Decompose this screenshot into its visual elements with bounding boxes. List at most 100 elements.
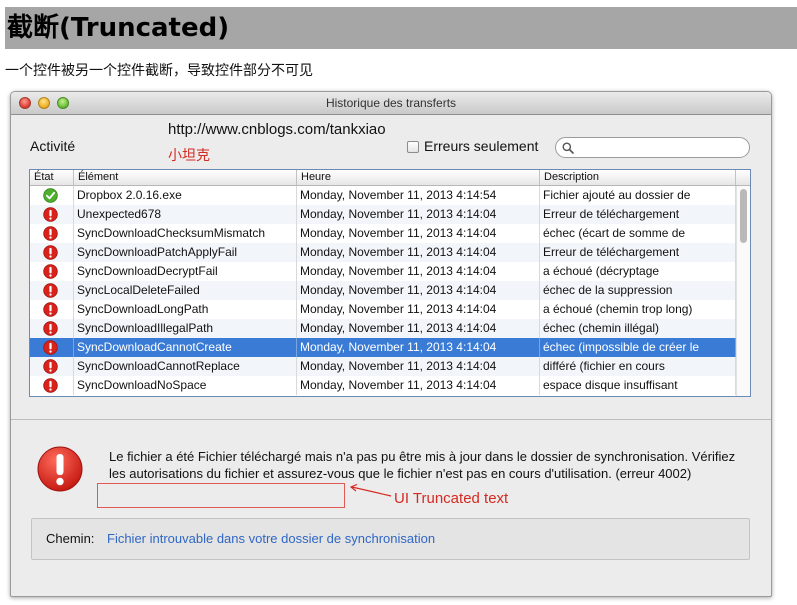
element-cell: SyncDownloadIllegalPath: [74, 319, 297, 338]
activity-label: Activité: [30, 138, 76, 154]
status-cell: [30, 186, 74, 205]
table-body: Dropbox 2.0.16.exe Monday, November 11, 2…: [30, 186, 736, 395]
time-cell: Monday, November 11, 2013 4:14:04: [297, 300, 540, 319]
arrow-left-icon: [349, 484, 392, 497]
window-title: Historique des transferts: [325, 96, 457, 110]
truncation-annotation: UI Truncated text: [394, 490, 509, 507]
status-cell: [30, 224, 74, 243]
page-title: 截断(Truncated): [5, 7, 797, 49]
description-cell: échec (chemin illégal): [540, 319, 736, 338]
time-cell: Monday, November 11, 2013 4:14:04: [297, 262, 540, 281]
description-cell: échec (écart de somme de: [540, 224, 736, 243]
element-cell: SyncDownloadChecksumMismatch: [74, 224, 297, 243]
time-cell: Monday, November 11, 2013 4:14:04: [297, 357, 540, 376]
time-cell: Monday, November 11, 2013 4:14:04: [297, 338, 540, 357]
search-icon: [562, 142, 574, 154]
element-cell: SyncDownloadCannotCreate: [74, 338, 297, 357]
panel-divider: [11, 419, 771, 420]
search-input[interactable]: [578, 139, 743, 156]
zoom-window-button[interactable]: [57, 97, 69, 109]
path-panel: Chemin: Fichier introuvable dans votre d…: [31, 518, 750, 560]
description-cell: Fichier ajouté au dossier de: [540, 186, 736, 205]
table-row[interactable]: SyncDownloadDecryptFail Monday, November …: [30, 262, 736, 281]
element-cell: SyncDownloadDecryptFail: [74, 262, 297, 281]
element-cell: SyncDownloadPatchApplyFail: [74, 243, 297, 262]
exclamation-circle-icon: [43, 226, 58, 241]
element-cell: Unexpected678: [74, 205, 297, 224]
description-cell: a échoué (décryptage: [540, 262, 736, 281]
exclamation-circle-icon: [37, 446, 83, 492]
column-header-heure[interactable]: Heure: [297, 170, 540, 185]
exclamation-circle-icon: [43, 264, 58, 279]
table-row[interactable]: SyncDownloadNoSpace Monday, November 11, …: [30, 376, 736, 395]
table-row[interactable]: Dropbox 2.0.16.exe Monday, November 11, 2…: [30, 186, 736, 205]
status-cell: [30, 262, 74, 281]
time-cell: Monday, November 11, 2013 4:14:04: [297, 376, 540, 395]
time-cell: Monday, November 11, 2013 4:14:54: [297, 186, 540, 205]
table-row[interactable]: SyncDownloadChecksumMismatch Monday, Nove…: [30, 224, 736, 243]
vertical-scrollbar[interactable]: [736, 186, 750, 396]
path-label: Chemin:: [46, 531, 95, 546]
column-header-description[interactable]: Description: [540, 170, 736, 185]
exclamation-circle-icon: [43, 207, 58, 222]
description-cell: Erreur de téléchargement: [540, 205, 736, 224]
errors-only-checkbox[interactable]: [407, 141, 419, 153]
truncation-highlight: [97, 483, 345, 508]
search-field[interactable]: [555, 137, 750, 158]
element-cell: SyncDownloadLongPath: [74, 300, 297, 319]
table-row[interactable]: SyncDownloadCannotCreate Monday, November…: [30, 338, 736, 357]
description-cell: échec (impossible de créer le: [540, 338, 736, 357]
column-header-element[interactable]: Élément: [74, 170, 297, 185]
transfer-history-window: Historique des transferts Activité http:…: [10, 91, 772, 597]
time-cell: Monday, November 11, 2013 4:14:04: [297, 281, 540, 300]
status-cell: [30, 376, 74, 395]
author-annotation: 小坦克: [168, 148, 210, 164]
transfer-table: État Élément Heure Description Dropbox 2…: [29, 169, 751, 397]
errors-only-label[interactable]: Erreurs seulement: [424, 138, 538, 154]
status-cell: [30, 357, 74, 376]
table-row[interactable]: SyncDownloadIllegalPath Monday, November …: [30, 319, 736, 338]
status-cell: [30, 243, 74, 262]
table-row[interactable]: SyncDownloadCannotReplace Monday, Novembe…: [30, 357, 736, 376]
exclamation-circle-icon: [43, 359, 58, 374]
status-cell: [30, 281, 74, 300]
path-link[interactable]: Fichier introuvable dans votre dossier d…: [107, 531, 435, 546]
check-circle-icon: [43, 188, 58, 203]
exclamation-circle-icon: [43, 283, 58, 298]
scrollbar-thumb[interactable]: [740, 189, 747, 243]
exclamation-circle-icon: [43, 378, 58, 393]
table-row[interactable]: SyncLocalDeleteFailed Monday, November 11…: [30, 281, 736, 300]
element-cell: SyncDownloadCannotReplace: [74, 357, 297, 376]
url-annotation: http://www.cnblogs.com/tankxiao: [168, 121, 386, 138]
element-cell: SyncDownloadNoSpace: [74, 376, 297, 395]
minimize-window-button[interactable]: [38, 97, 50, 109]
exclamation-circle-icon: [43, 340, 58, 355]
status-cell: [30, 300, 74, 319]
time-cell: Monday, November 11, 2013 4:14:04: [297, 205, 540, 224]
table-header: État Élément Heure Description: [30, 170, 750, 186]
time-cell: Monday, November 11, 2013 4:14:04: [297, 224, 540, 243]
status-cell: [30, 205, 74, 224]
table-row[interactable]: Unexpected678 Monday, November 11, 2013 4…: [30, 205, 736, 224]
description-cell: espace disque insuffisant: [540, 376, 736, 395]
description-cell: différé (fichier en cours: [540, 357, 736, 376]
element-cell: SyncLocalDeleteFailed: [74, 281, 297, 300]
description-cell: Erreur de téléchargement: [540, 243, 736, 262]
window-titlebar[interactable]: Historique des transferts: [11, 92, 771, 115]
error-detail-text: Le fichier a été Fichier téléchargé mais…: [109, 449, 736, 481]
status-cell: [30, 338, 74, 357]
close-window-button[interactable]: [19, 97, 31, 109]
exclamation-circle-icon: [43, 321, 58, 336]
time-cell: Monday, November 11, 2013 4:14:04: [297, 319, 540, 338]
table-row[interactable]: SyncDownloadPatchApplyFail Monday, Novemb…: [30, 243, 736, 262]
exclamation-circle-icon: [43, 302, 58, 317]
page-subtitle: 一个控件被另一个控件截断，导致控件部分不可见: [5, 63, 313, 79]
description-cell: échec de la suppression: [540, 281, 736, 300]
column-header-etat[interactable]: État: [30, 170, 74, 185]
table-row[interactable]: SyncDownloadLongPath Monday, November 11,…: [30, 300, 736, 319]
exclamation-circle-icon: [43, 245, 58, 260]
description-cell: a échoué (chemin trop long): [540, 300, 736, 319]
element-cell: Dropbox 2.0.16.exe: [74, 186, 297, 205]
status-cell: [30, 319, 74, 338]
time-cell: Monday, November 11, 2013 4:14:04: [297, 243, 540, 262]
